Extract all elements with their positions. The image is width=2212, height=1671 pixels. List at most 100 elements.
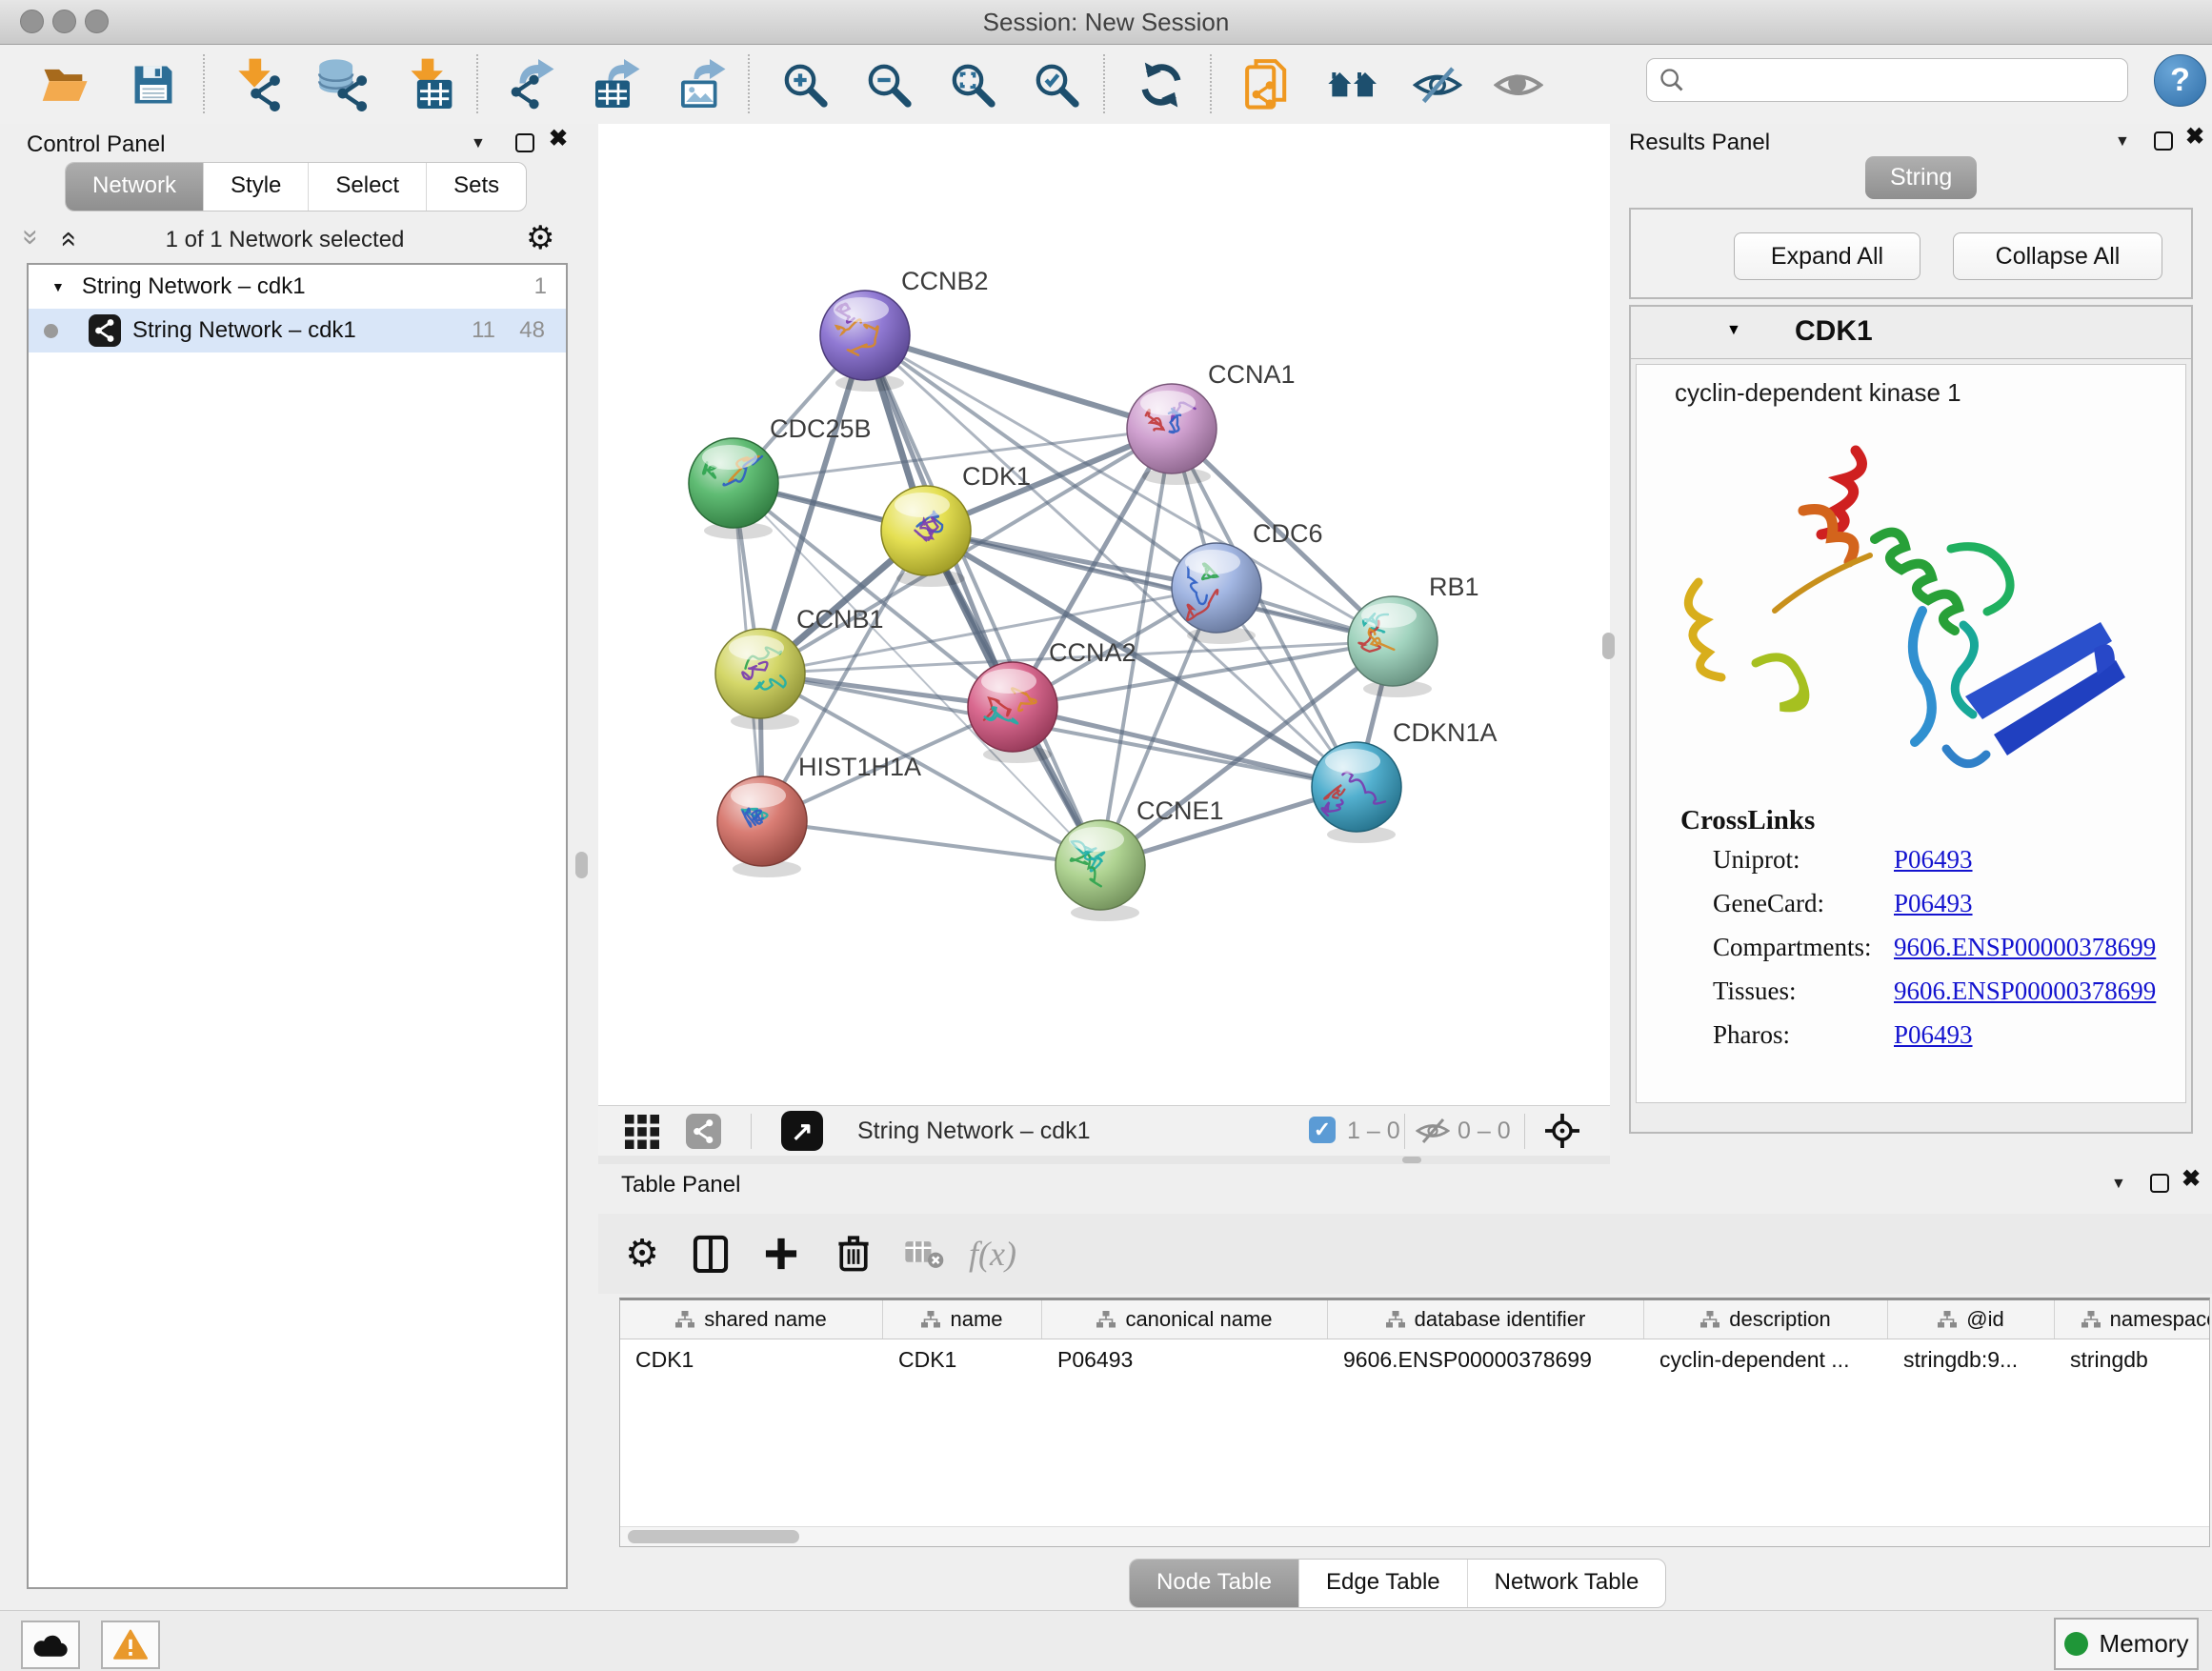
search-input[interactable]	[1685, 66, 2108, 94]
edge-CCNB2-RB1[interactable]	[865, 335, 1393, 641]
column-header-database-identifier[interactable]: database identifier	[1328, 1300, 1644, 1339]
edge-CCNB2-CCNE1[interactable]	[865, 335, 1100, 865]
zoom-out-icon[interactable]	[861, 56, 916, 113]
table-add-icon[interactable]	[756, 1227, 806, 1280]
results-panel-collapse-icon[interactable]: ▼	[2115, 133, 2130, 151]
help-button[interactable]: ?	[2154, 54, 2206, 107]
import-network-icon[interactable]	[231, 56, 286, 113]
horizontal-splitter[interactable]	[598, 1156, 1610, 1164]
left-splitter-handle[interactable]	[575, 852, 588, 878]
table-cell[interactable]: cyclin-dependent ...	[1644, 1339, 1888, 1379]
hide-unhide-icon[interactable]	[1410, 56, 1465, 113]
import-table-icon[interactable]	[400, 56, 455, 113]
tab-edge-table[interactable]: Edge Table	[1299, 1560, 1468, 1607]
table-cell[interactable]: 9606.ENSP00000378699	[1328, 1339, 1644, 1379]
zoom-fit-icon[interactable]	[945, 56, 1000, 113]
control-panel-close-icon[interactable]: ✖	[549, 131, 568, 147]
memory-button[interactable]: Memory	[2054, 1618, 2199, 1670]
column-header-canonical-name[interactable]: canonical name	[1042, 1300, 1328, 1339]
results-panel-float-icon[interactable]	[2154, 131, 2173, 151]
tab-network-table[interactable]: Network Table	[1468, 1560, 1666, 1607]
cloud-button[interactable]	[21, 1621, 80, 1669]
tab-select[interactable]: Select	[309, 163, 427, 211]
function-builder-icon[interactable]: f(x)	[968, 1227, 1017, 1280]
birds-eye-view-icon[interactable]	[1543, 1112, 1581, 1150]
zoom-selected-icon[interactable]	[1029, 56, 1084, 113]
node-RB1[interactable]	[1348, 596, 1438, 697]
table-horizontal-scrollbar[interactable]	[620, 1526, 2209, 1546]
selected-checkbox-icon[interactable]: ✓	[1309, 1117, 1336, 1143]
search-field[interactable]	[1646, 58, 2128, 102]
control-panel-collapse-icon[interactable]: ▼	[471, 135, 486, 152]
gene-section-header[interactable]: ▼ CDK1	[1631, 307, 2191, 359]
table-delete-icon[interactable]	[829, 1227, 878, 1280]
node-CCNB2[interactable]	[820, 291, 910, 392]
string-documents-icon[interactable]	[1240, 56, 1296, 113]
edge-CCNB2-CCNA1[interactable]	[865, 335, 1172, 429]
table-cell[interactable]: stringdb:9...	[1888, 1339, 2055, 1379]
delete-table-icon[interactable]	[899, 1227, 949, 1280]
tab-sets[interactable]: Sets	[427, 163, 526, 211]
table-row[interactable]: CDK1CDK1P064939606.ENSP00000378699cyclin…	[620, 1339, 2209, 1379]
export-image-icon[interactable]	[676, 56, 732, 113]
grid-view-icon[interactable]	[625, 1115, 659, 1149]
export-table-icon[interactable]	[591, 56, 646, 113]
tab-style[interactable]: Style	[204, 163, 309, 211]
home-icon[interactable]	[1326, 56, 1381, 113]
tab-node-table[interactable]: Node Table	[1130, 1560, 1299, 1607]
zoom-in-icon[interactable]	[777, 56, 833, 113]
table-panel-close-icon[interactable]: ✖	[2182, 1172, 2201, 1187]
edge-CCNA2-CDKN1A[interactable]	[1013, 707, 1357, 787]
column-header-namespace[interactable]: namespace	[2055, 1300, 2210, 1339]
node-CDC25B[interactable]	[689, 438, 778, 539]
column-header-shared-name[interactable]: shared name	[620, 1300, 883, 1339]
collapse-all-button[interactable]: Collapse All	[1953, 232, 2162, 280]
node-HIST1H1A[interactable]	[717, 776, 807, 877]
hidden-eye-icon[interactable]	[1416, 1117, 1450, 1144]
open-in-window-icon[interactable]: ↗	[781, 1111, 823, 1151]
network-share-icon[interactable]	[686, 1114, 721, 1149]
node-CCNA1[interactable]	[1127, 384, 1217, 485]
export-network-icon[interactable]	[505, 56, 560, 113]
warning-button[interactable]	[101, 1621, 160, 1669]
column-header-description[interactable]: description	[1644, 1300, 1888, 1339]
horizontal-splitter-handle[interactable]	[1402, 1157, 1421, 1163]
node-CCNB1[interactable]	[715, 629, 805, 730]
control-panel-float-icon[interactable]	[515, 133, 534, 152]
expand-all-button[interactable]: Expand All	[1734, 232, 1920, 280]
network-canvas[interactable]: CCNB2CCNA1CDC25BCDK1CDC6RB1CCNB1CCNA2CDK…	[598, 124, 1610, 1105]
crosslink-link[interactable]: 9606.ENSP00000378699	[1894, 976, 2156, 1006]
import-network-from-database-icon[interactable]	[314, 56, 370, 113]
scrollbar-thumb[interactable]	[628, 1530, 799, 1543]
tab-string[interactable]: String	[1865, 156, 1977, 199]
open-file-icon[interactable]	[38, 56, 93, 113]
table-cell[interactable]: CDK1	[883, 1339, 1042, 1379]
node-CDKN1A[interactable]	[1312, 742, 1401, 843]
eye-icon[interactable]	[1491, 56, 1546, 113]
save-session-icon[interactable]	[126, 56, 181, 113]
crosslink-link[interactable]: 9606.ENSP00000378699	[1894, 933, 2156, 962]
gene-caret-icon[interactable]: ▼	[1726, 322, 1741, 339]
node-CCNE1[interactable]	[1056, 820, 1145, 921]
network-collection-row[interactable]: ▼ String Network – cdk1 1	[29, 265, 566, 309]
crosslink-link[interactable]: P06493	[1894, 889, 1973, 918]
table-cell[interactable]: CDK1	[620, 1339, 883, 1379]
collection-caret-icon[interactable]: ▼	[51, 279, 65, 294]
column-header--id[interactable]: @id	[1888, 1300, 2055, 1339]
tab-network[interactable]: Network	[66, 163, 204, 211]
table-columns-icon[interactable]	[686, 1227, 735, 1280]
network-row[interactable]: String Network – cdk1 11 48	[29, 309, 566, 352]
crosslink-link[interactable]: P06493	[1894, 1020, 1973, 1050]
crosslink-link[interactable]: P06493	[1894, 845, 1973, 875]
edge-HIST1H1A-CCNE1[interactable]	[762, 821, 1100, 865]
refresh-icon[interactable]	[1134, 56, 1189, 113]
right-splitter-handle[interactable]	[1602, 633, 1615, 659]
node-CCNA2[interactable]	[968, 662, 1057, 763]
table-cell[interactable]: stringdb	[2055, 1339, 2210, 1379]
table-panel-collapse-icon[interactable]: ▼	[2111, 1176, 2126, 1193]
results-panel-close-icon[interactable]: ✖	[2185, 130, 2204, 145]
table-gear-icon[interactable]: ⚙	[617, 1227, 667, 1280]
column-header-name[interactable]: name	[883, 1300, 1042, 1339]
table-panel-float-icon[interactable]	[2150, 1174, 2169, 1193]
table-cell[interactable]: P06493	[1042, 1339, 1328, 1379]
